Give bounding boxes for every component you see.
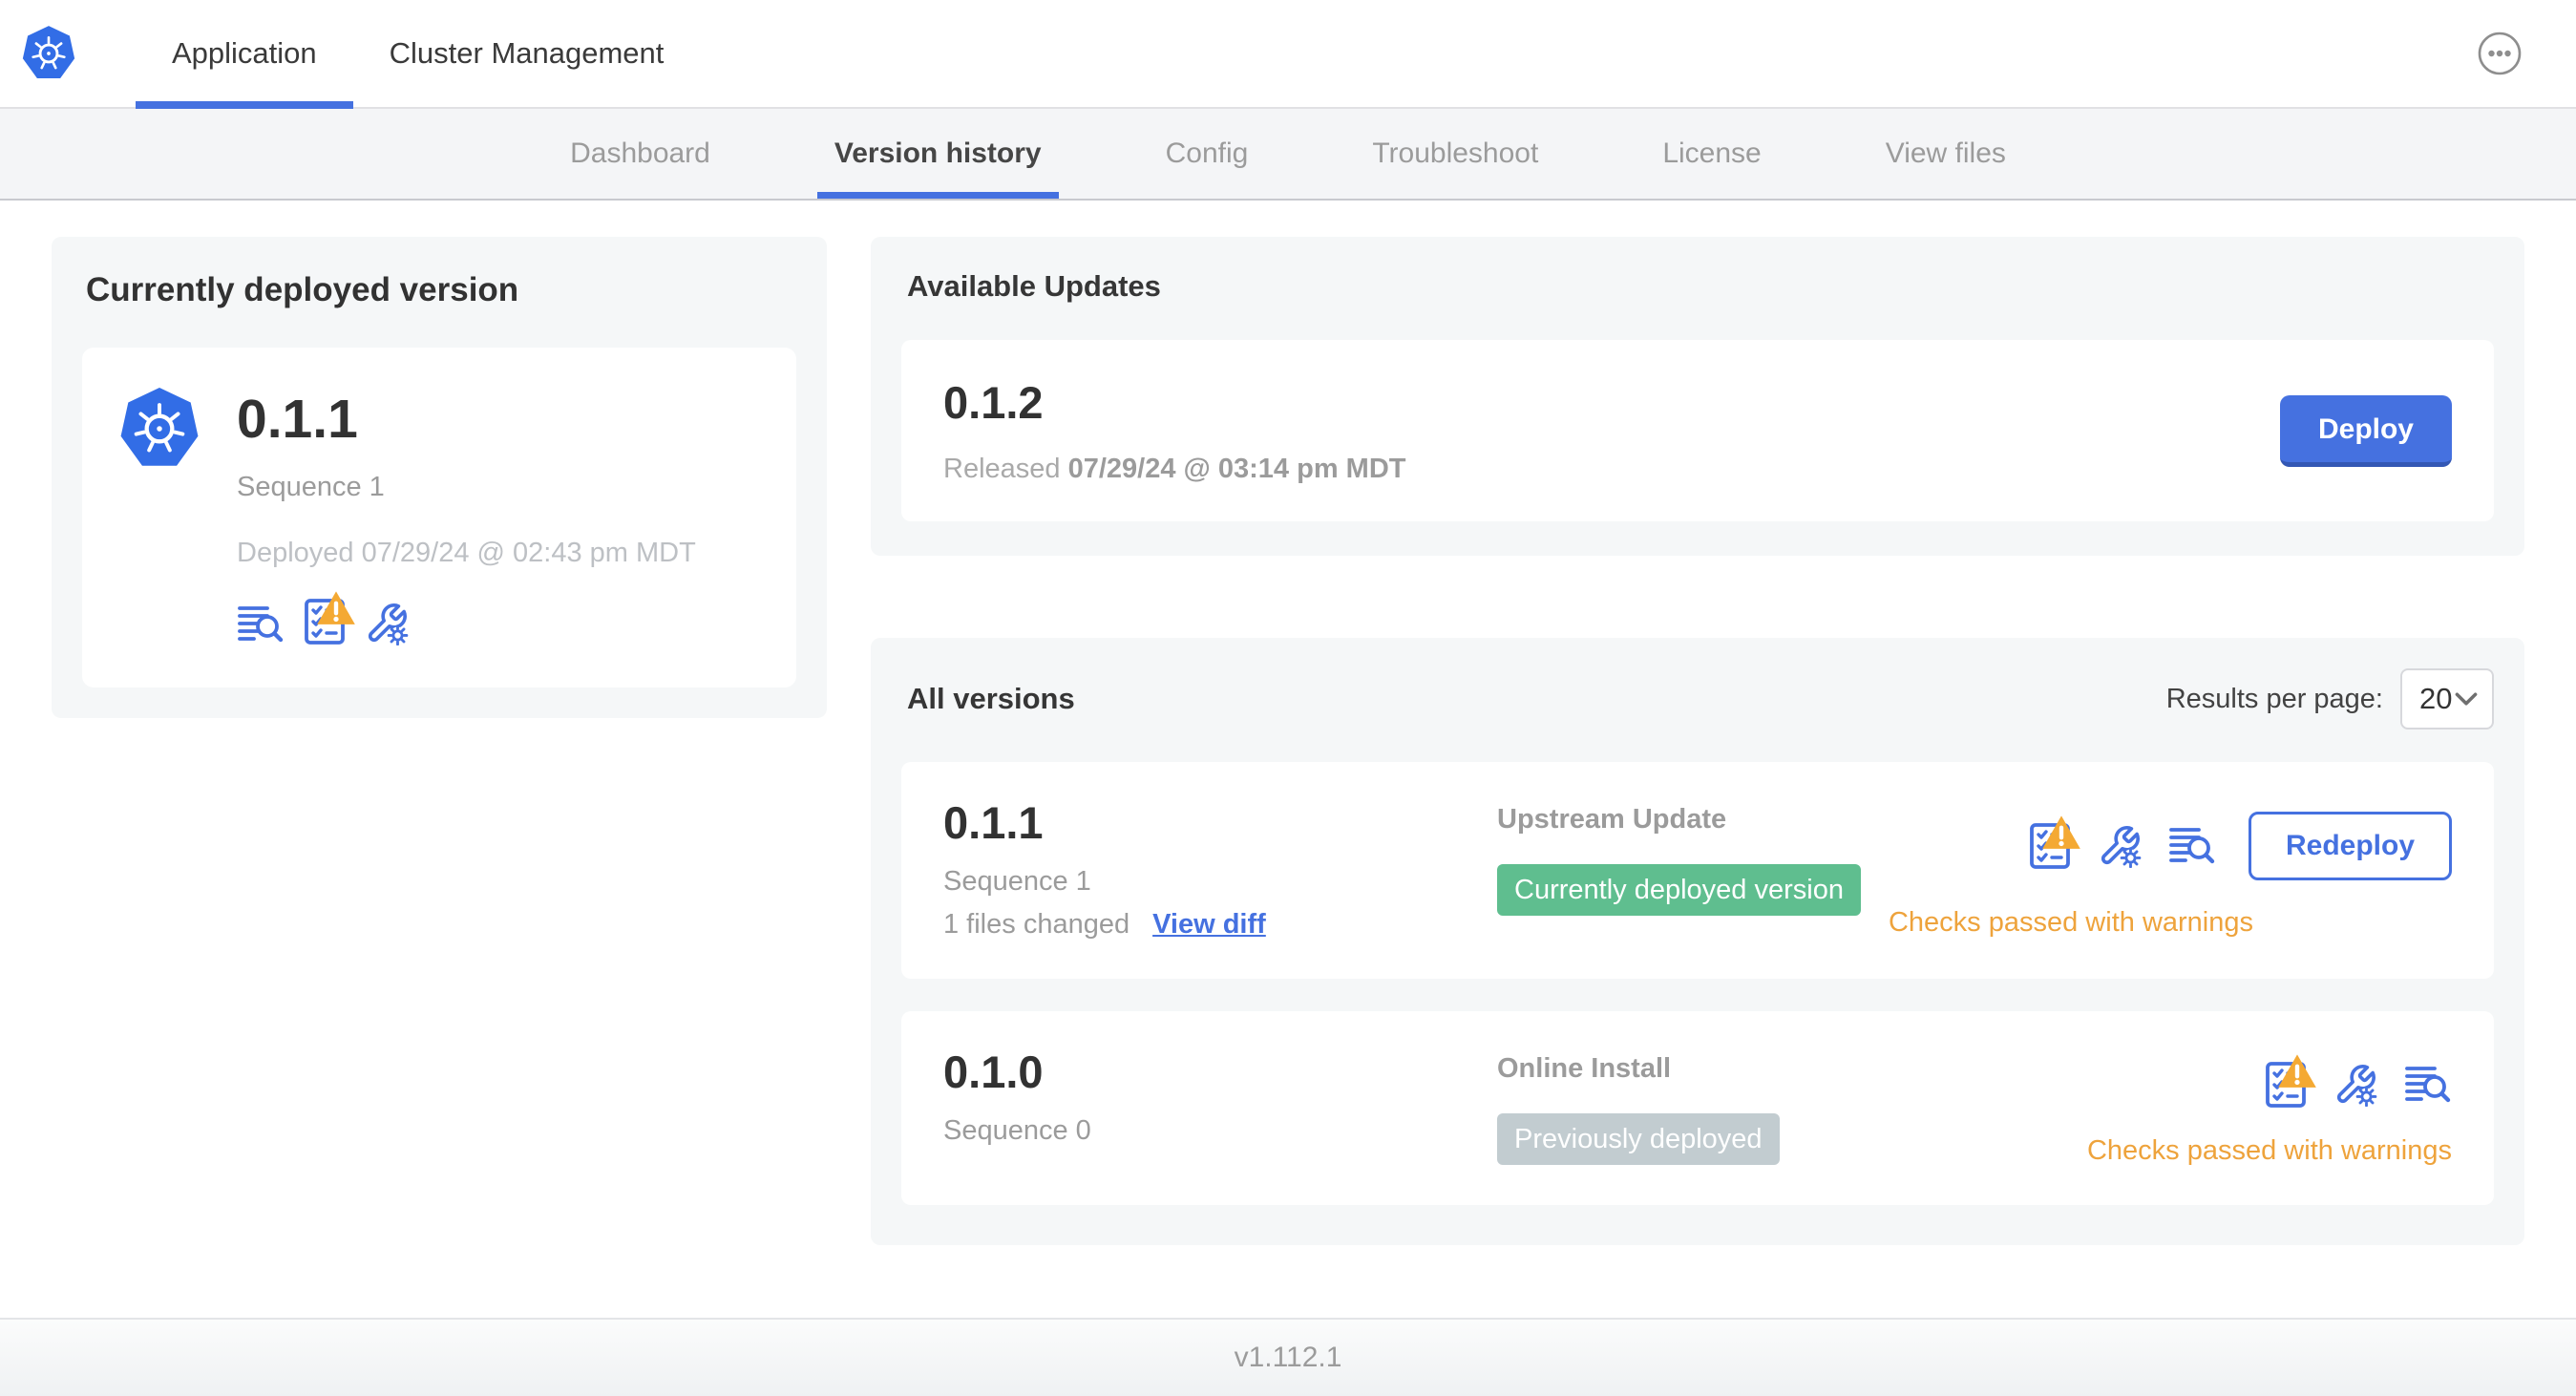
tab-license[interactable]: License [1662, 109, 1761, 199]
redeploy-button[interactable]: Redeploy [2248, 812, 2452, 880]
update-released-date: 07/29/24 @ 03:14 pm MDT [1067, 454, 1406, 484]
release-notes-icon[interactable] [2168, 825, 2216, 867]
tab-application[interactable]: Application [136, 0, 353, 109]
preflight-checks-icon[interactable] [304, 598, 346, 645]
all-versions-panel: All versions Results per page: 20 0.1.1 … [871, 638, 2524, 1245]
config-icon[interactable] [2333, 1063, 2377, 1107]
results-per-page-value: 20 [2419, 682, 2453, 715]
row-source: Upstream Update [1497, 804, 1727, 835]
kubernetes-logo-icon [21, 25, 76, 82]
tab-dashboard[interactable]: Dashboard [570, 109, 710, 199]
config-icon[interactable] [365, 602, 409, 645]
warning-triangle-icon [2276, 1047, 2318, 1095]
preflight-checks-icon[interactable] [2265, 1061, 2307, 1109]
app-footer: v1.112.1 [0, 1318, 2576, 1396]
deploy-button[interactable]: Deploy [2279, 394, 2452, 467]
tab-troubleshoot[interactable]: Troubleshoot [1372, 109, 1538, 199]
results-per-page-label: Results per page: [2165, 683, 2383, 714]
deployed-panel-title: Currently deployed version [86, 271, 519, 308]
warning-triangle-icon [315, 584, 357, 632]
deployed-sequence: Sequence 1 [237, 471, 385, 502]
status-badge: Previously deployed [1497, 1113, 1780, 1165]
results-per-page-select[interactable]: 20 [2400, 668, 2494, 730]
main-content: Currently deployed version 0.1.1 Sequenc… [0, 201, 2576, 1318]
tab-version-history[interactable]: Version history [816, 109, 1059, 199]
kubernetes-logo-icon [118, 386, 201, 645]
version-row: 0.1.0 Sequence 0 Online Install Previous… [901, 1011, 2494, 1205]
available-update-card: 0.1.2 Released 07/29/24 @ 03:14 pm MDT D… [901, 340, 2494, 521]
tab-cluster-management[interactable]: Cluster Management [353, 0, 701, 107]
preflight-status-text: Checks passed with warnings [1888, 907, 2253, 938]
view-diff-link[interactable]: View diff [1152, 909, 1266, 941]
warning-triangle-icon [2040, 809, 2082, 857]
available-updates-title: Available Updates [907, 269, 1161, 303]
deployed-version-number: 0.1.1 [237, 389, 358, 450]
version-row: 0.1.1 Sequence 1 1 files changed View di… [901, 762, 2494, 979]
update-released-line: Released 07/29/24 @ 03:14 pm MDT [943, 454, 1406, 484]
tab-view-files[interactable]: View files [1886, 109, 2006, 199]
status-badge: Currently deployed version [1497, 864, 1861, 916]
chevron-down-icon [2454, 691, 2479, 707]
console-version: v1.112.1 [1234, 1342, 1342, 1373]
app-level-tabs: Application Cluster Management [136, 0, 701, 109]
top-header: Application Cluster Management [0, 0, 2576, 109]
row-version-number: 0.1.1 [943, 797, 1044, 848]
config-icon[interactable] [2098, 824, 2142, 868]
release-notes-icon[interactable] [2404, 1064, 2452, 1106]
deployed-version-card: 0.1.1 Sequence 1 Deployed 07/29/24 @ 02:… [82, 348, 796, 687]
available-updates-panel: Available Updates 0.1.2 Released 07/29/2… [871, 237, 2524, 556]
update-version-number: 0.1.2 [943, 377, 1044, 428]
release-notes-icon[interactable] [237, 603, 285, 645]
row-sequence: Sequence 0 [943, 1115, 1091, 1146]
preflight-status-text: Checks passed with warnings [2086, 1135, 2452, 1166]
row-sequence: Sequence 1 [943, 866, 1091, 897]
row-files-changed: 1 files changed [943, 909, 1130, 940]
preflight-checks-icon[interactable] [2029, 822, 2071, 870]
ellipsis-menu-icon [2477, 31, 2523, 76]
section-nav: Dashboard Version history Config Trouble… [0, 109, 2576, 201]
all-versions-title: All versions [907, 682, 1075, 715]
row-version-number: 0.1.0 [943, 1047, 1044, 1097]
tab-config[interactable]: Config [1166, 109, 1249, 199]
ellipsis-menu-button[interactable] [2477, 31, 2523, 76]
currently-deployed-panel: Currently deployed version 0.1.1 Sequenc… [52, 237, 827, 718]
deployed-timestamp: Deployed 07/29/24 @ 02:43 pm MDT [237, 537, 696, 568]
row-source: Online Install [1497, 1053, 1672, 1084]
